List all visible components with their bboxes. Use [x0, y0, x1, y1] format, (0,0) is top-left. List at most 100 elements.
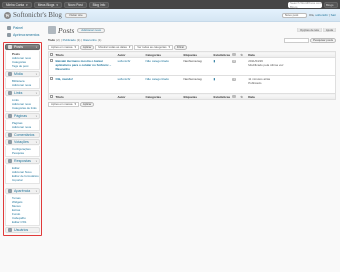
sidebar-item-label: Respostas — [14, 159, 31, 163]
admin-bar-search-input[interactable]: Search WordPress.com Blogs — [288, 1, 322, 9]
post-title-cell: Olá, mundo! — [54, 75, 117, 94]
comment-count[interactable]: 1 — [232, 78, 237, 81]
highlighted-menu-region: Posts ▾ Posts Adicionar novo Categorias T… — [3, 42, 42, 236]
favorite-actions-dropdown[interactable]: Novo post — [281, 12, 307, 18]
sidebar-item-media[interactable]: Mídia ▾ — [5, 71, 40, 77]
site-header-right: Novo post Olá, softonicbr | Sair — [281, 12, 336, 18]
submenu-item[interactable]: Categorias de links — [12, 106, 39, 110]
footer-column-title[interactable]: Título — [54, 93, 117, 100]
stats-icon[interactable]: ▮ — [214, 59, 216, 63]
sidebar-item-upgrades[interactable]: Aprimoramentos — [4, 32, 42, 38]
post-date-cell: 2011/04/26 Modificado pela última vez — [247, 57, 336, 76]
footer-column-date[interactable]: Data — [247, 93, 336, 100]
filter-draft-count: (1) — [97, 38, 102, 42]
comment-count[interactable]: 0 — [232, 60, 237, 63]
search-posts-button[interactable]: Pesquisar posts — [310, 37, 336, 43]
submenu-pages: Páginas Adicionar nova — [5, 120, 40, 131]
admin-bar-new-post[interactable]: Novo Post — [63, 1, 87, 8]
admin-bar-blogs-button[interactable]: Blogs — [324, 1, 338, 8]
apply-button[interactable]: Aplicar — [79, 44, 95, 50]
sidebar-item-pages[interactable]: Páginas ▾ — [5, 113, 40, 119]
sidebar-item-posts[interactable]: Posts ▾ — [5, 44, 40, 50]
username-link[interactable]: softonicbr — [315, 13, 328, 17]
post-category-link[interactable]: Não categorizado — [146, 77, 170, 81]
posts-icon — [8, 45, 12, 49]
bulk-actions-select-bottom[interactable]: Ações em massa ▾ — [48, 101, 79, 107]
row-checkbox[interactable] — [50, 77, 53, 80]
sidebar-item-comments[interactable]: Comentários — [5, 132, 40, 138]
submenu-media: Biblioteca Adicionar nova — [5, 78, 40, 89]
sidebar-item-dashboard[interactable]: Painel — [4, 25, 42, 31]
stats-icon[interactable]: ▮ — [214, 77, 216, 81]
admin-bar-item-label: Novo Post — [67, 2, 83, 7]
sidebar-item-label: Comentários — [14, 133, 35, 137]
sidebar-item-polls[interactable]: Votações ▾ — [5, 139, 40, 145]
filter-published[interactable]: Publicado — [63, 38, 76, 42]
post-search-input[interactable] — [284, 37, 310, 43]
sidebar-item-links[interactable]: Links ▾ — [5, 90, 40, 96]
post-stats-cell: ▮ — [212, 75, 232, 94]
star-icon: ☆ — [240, 94, 243, 99]
sidebar-item-users[interactable]: Usuários — [5, 227, 40, 233]
submenu-item[interactable]: Pesquisa — [12, 151, 39, 155]
sidebar-item-feedback[interactable]: Respostas ▾ — [5, 158, 40, 164]
filter-published-count: (1) — [76, 38, 81, 42]
add-new-post-button[interactable]: Adicionar novo — [77, 27, 106, 33]
post-author-link[interactable]: softonicbr — [118, 59, 131, 63]
row-checkbox[interactable] — [50, 59, 53, 62]
screen-options-tab[interactable]: Opções de tela — [297, 28, 322, 32]
chevron-down-icon: ▾ — [26, 2, 28, 7]
submenu-links: Links Adicionar novo Categorias de links — [5, 97, 40, 112]
apply-button-bottom[interactable]: Aplicar — [79, 101, 95, 107]
post-title-link[interactable]: Olá, mundo! — [56, 77, 74, 81]
logout-link[interactable]: Sair — [331, 13, 336, 17]
submenu-item-tags[interactable]: Tags de post — [12, 64, 39, 68]
dates-filter-select[interactable]: Mostrar todas as datas ▾ — [95, 44, 134, 50]
post-status: Publicado — [248, 81, 262, 85]
polls-icon — [8, 140, 12, 144]
admin-sidebar: Painel Aprimoramentos Posts ▾ Posts Adici… — [0, 22, 42, 236]
submenu-item[interactable]: Adicionar nova — [12, 83, 39, 87]
bulk-actions-select[interactable]: Ações em massa ▾ — [48, 44, 79, 50]
submenu-item[interactable]: Editar CSS — [12, 220, 39, 224]
post-search-box: Pesquisar posts — [284, 37, 336, 43]
submenu-item[interactable]: Adicionar nova — [12, 125, 39, 129]
dates-filter-value: Mostrar todas as datas — [98, 45, 127, 49]
filter-draft[interactable]: Rascunho — [83, 38, 97, 42]
chevron-down-icon: ▾ — [35, 189, 37, 193]
page-title: Posts — [58, 25, 75, 35]
submenu-polls: Configurações Pesquisa — [5, 146, 40, 157]
submenu-item[interactable]: Importar — [12, 178, 39, 182]
sidebar-item-label: Aparência — [14, 189, 31, 193]
select-all-checkbox[interactable] — [50, 52, 53, 56]
admin-bar-my-blogs[interactable]: Meus Blogs ▾ — [33, 1, 62, 8]
post-author-link[interactable]: softonicbr — [118, 77, 131, 81]
tablenav-top: Ações em massa ▾ Aplicar Mostrar todas as… — [48, 43, 336, 51]
title-row: Posts Adicionar novo Opções de tela Ajud… — [48, 25, 336, 35]
bulk-actions-value: Ações em massa — [51, 45, 73, 49]
dashboard-icon — [7, 26, 11, 30]
filter-button[interactable]: Filtrar — [173, 44, 188, 50]
sidebar-item-appearance[interactable]: Aparência ▾ — [5, 188, 40, 194]
admin-bar-my-account[interactable]: Minha Conta ▾ — [2, 1, 32, 8]
sidebar-item-label: Usuários — [14, 228, 29, 232]
post-category-link[interactable]: Não categorizado — [146, 59, 170, 63]
post-title-link[interactable]: Baixaki Hermano mostra o baixar aplicati… — [56, 59, 112, 71]
admin-bar: Minha Conta ▾ Meus Blogs ▾ Novo Post Blog … — [0, 0, 340, 9]
sidebar-item-label: Páginas — [14, 114, 27, 118]
filter-all[interactable]: Todo — [48, 38, 55, 42]
visit-site-button[interactable]: Visitar site — [64, 12, 87, 18]
footer-column-stats: Estatísticas — [212, 93, 232, 100]
footer-column-likes: ☆ — [239, 93, 248, 100]
categories-filter-select[interactable]: Ver todas as categorias ▾ — [134, 44, 173, 50]
help-tab[interactable]: Ajuda — [322, 28, 336, 32]
bulk-actions-value: Ações em massa — [51, 102, 73, 106]
site-title[interactable]: Softonicbr's Blog — [13, 11, 62, 19]
tablenav-bottom: Ações em massa ▾ Aplicar — [48, 100, 336, 108]
media-icon — [8, 72, 12, 76]
chevron-down-icon: ▾ — [35, 140, 37, 144]
post-tags-cell: Nenhuma tag — [182, 75, 213, 94]
select-all-checkbox[interactable] — [50, 94, 53, 98]
admin-bar-blog-info[interactable]: Blog Info — [88, 1, 110, 8]
filter-all-count: (2) — [56, 38, 60, 42]
